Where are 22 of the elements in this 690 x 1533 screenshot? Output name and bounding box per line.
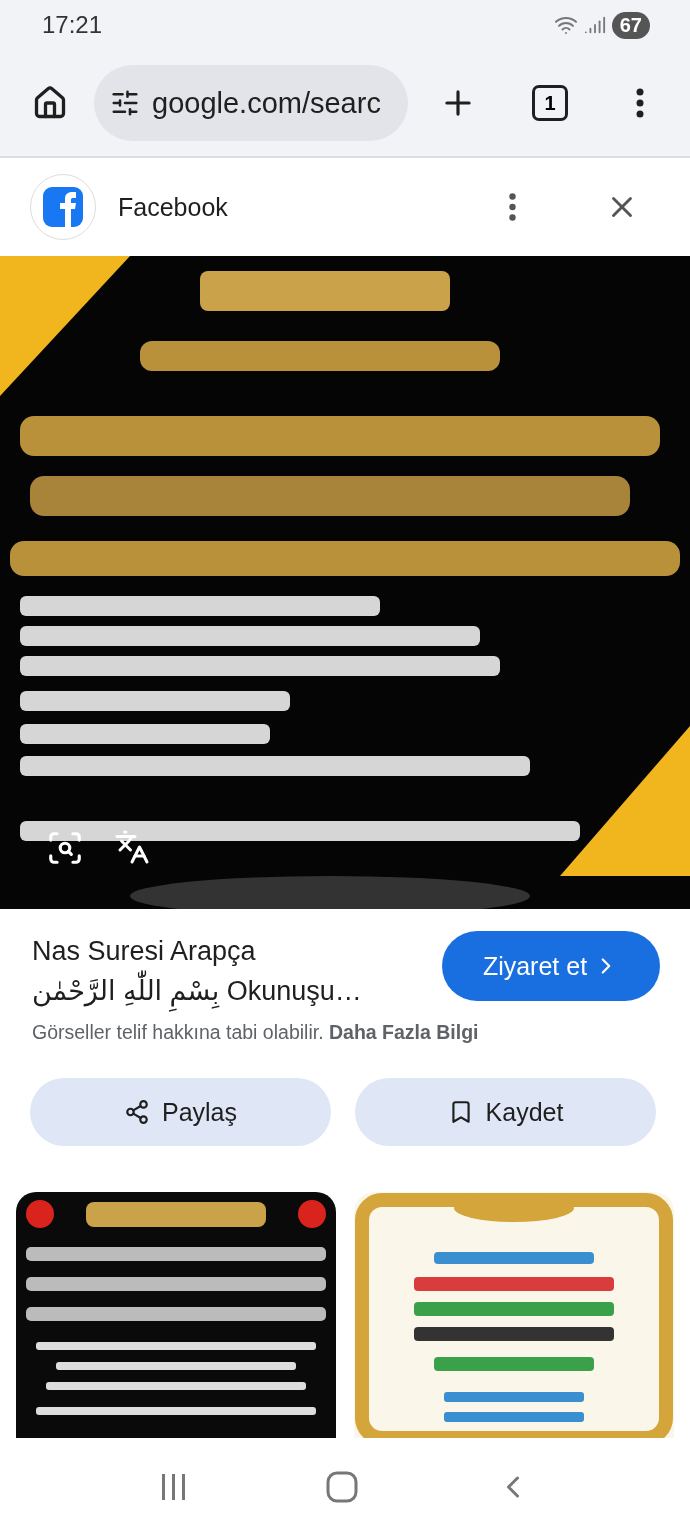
visit-button[interactable]: Ziyaret et <box>442 931 660 1001</box>
home-icon <box>32 85 68 121</box>
translate-icon[interactable] <box>114 829 150 865</box>
result-title[interactable]: بِسْمِ اللّٰهِ الرَّحْمٰن Okunuşu… <box>32 971 422 1011</box>
site-settings-icon[interactable] <box>110 88 140 118</box>
more-info-link[interactable]: Daha Fazla Bilgi <box>329 1021 479 1043</box>
signal-icon <box>583 14 606 36</box>
lens-icon[interactable] <box>46 829 84 867</box>
copyright-notice: Görseller telif hakkına tabi olabilir. Daha Fazla Bilgi <box>32 1021 480 1044</box>
menu-icon <box>636 88 644 118</box>
more-icon <box>508 193 516 221</box>
share-icon <box>123 1099 150 1125</box>
home-nav-icon[interactable] <box>326 1471 358 1503</box>
facebook-logo-icon <box>43 187 83 227</box>
status-time: 17:21 <box>42 11 103 39</box>
source-name: Facebook <box>118 192 229 222</box>
result-title[interactable]: Nas Suresi Arapça <box>32 931 422 971</box>
address-bar[interactable]: google.com/searc <box>94 65 408 141</box>
battery-level: 67 <box>611 11 650 39</box>
tab-count-button[interactable]: 1 <box>532 85 568 121</box>
share-button[interactable]: Paylaş <box>30 1078 331 1146</box>
save-button[interactable]: Kaydet <box>355 1078 656 1146</box>
